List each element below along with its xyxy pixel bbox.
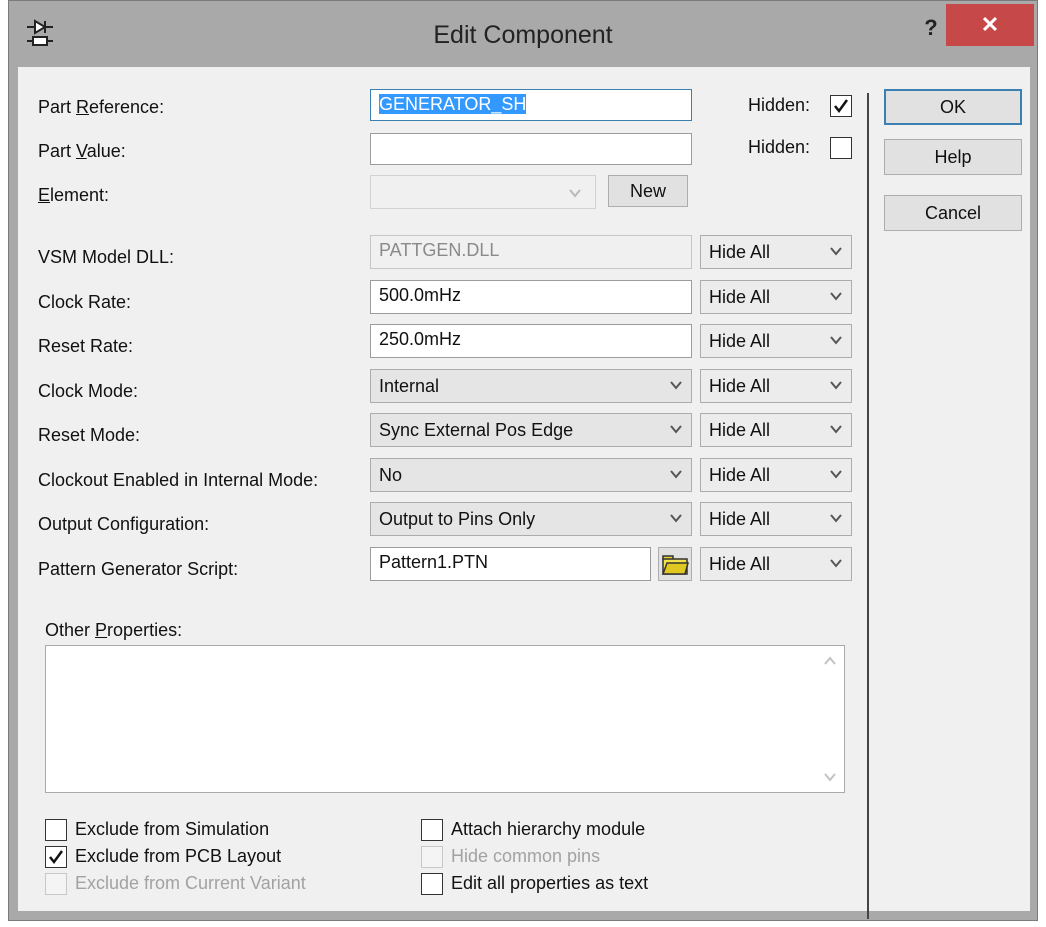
part-value-input[interactable] [370,133,692,165]
scroll-down-icon[interactable] [823,772,837,782]
chevron-down-icon [670,470,682,479]
property-label: Output Configuration: [38,514,210,534]
part-reference-hidden-checkbox[interactable] [830,95,852,117]
property-value-text: Sync External Pos Edge [379,420,574,440]
chevron-down-icon [569,189,581,198]
visibility-text: Hide All [709,242,771,262]
chevron-down-icon [830,292,842,301]
chevron-down-icon [830,514,842,523]
chevron-down-icon [830,425,842,434]
property-visibility-combo[interactable]: Hide All [700,502,852,536]
help-button[interactable]: Help [884,139,1022,175]
visibility-text: Hide All [709,509,771,529]
chevron-down-icon [830,470,842,479]
chevron-down-icon [830,247,842,256]
visibility-text: Hide All [709,554,771,574]
property-value-text: No [379,465,403,485]
dialog-body: Part Reference: GENERATOR_SH Hidden: Par… [18,67,1030,919]
property-label: Pattern Generator Script: [38,559,239,579]
property-visibility-combo[interactable]: Hide All [700,280,852,314]
folder-icon [661,555,689,575]
part-reference-label: Part Reference: [38,97,165,117]
option-label[interactable]: Exclude from PCB Layout [75,846,281,867]
chevron-down-icon [670,514,682,523]
part-reference-input[interactable]: GENERATOR_SH [370,89,692,121]
option-label[interactable]: Edit all properties as text [451,873,648,894]
part-value-hidden-checkbox[interactable] [830,137,852,159]
property-visibility-combo[interactable]: Hide All [700,324,852,358]
property-label: Reset Rate: [38,336,134,356]
ok-button[interactable]: OK [884,89,1022,125]
option-checkbox[interactable] [45,846,67,868]
help-question-button[interactable]: ? [914,13,948,43]
visibility-text: Hide All [709,376,771,396]
property-visibility-combo[interactable]: Hide All [700,235,852,269]
visibility-text: Hide All [709,465,771,485]
property-value-combo[interactable]: Output to Pins Only [370,502,692,536]
option-checkbox [45,873,67,895]
option-checkbox[interactable] [45,819,67,841]
other-properties-label: Other Properties: [45,620,183,640]
title-bar[interactable]: Edit Component ? ✕ [9,1,1037,67]
new-element-button[interactable]: New [608,175,688,207]
visibility-text: Hide All [709,331,771,351]
option-checkbox [421,846,443,868]
property-value-combo[interactable]: No [370,458,692,492]
other-properties-textarea[interactable] [45,645,845,793]
cancel-button[interactable]: Cancel [884,195,1022,231]
property-value-input[interactable]: 250.0mHz [370,324,692,358]
property-value-combo[interactable]: Internal [370,369,692,403]
option-label: Exclude from Current Variant [75,873,306,893]
property-label: Clockout Enabled in Internal Mode: [38,470,319,490]
scroll-up-icon[interactable] [823,656,837,666]
property-label: Clock Mode: [38,381,139,401]
option-label[interactable]: Attach hierarchy module [451,819,645,840]
property-value-input[interactable]: Pattern1.PTN [370,547,651,581]
part-reference-hidden-label: Hidden: [748,95,811,115]
close-button[interactable]: ✕ [946,4,1034,46]
property-label: Reset Mode: [38,425,141,445]
chevron-down-icon [830,336,842,345]
property-value-combo[interactable]: Sync External Pos Edge [370,413,692,447]
chevron-down-icon [670,425,682,434]
option-label[interactable]: Exclude from Simulation [75,819,269,840]
property-visibility-combo[interactable]: Hide All [700,369,852,403]
part-value-label: Part Value: [38,141,126,161]
edit-component-dialog: Edit Component ? ✕ Part Reference: GENER… [8,0,1038,921]
textarea-scrollbar[interactable] [816,646,844,792]
part-value-hidden-label: Hidden: [748,137,811,157]
option-label: Hide common pins [451,846,601,866]
check-icon [834,99,849,114]
property-value-text: Internal [379,376,440,396]
visibility-text: Hide All [709,287,771,307]
vertical-divider [867,93,869,919]
property-visibility-combo[interactable]: Hide All [700,547,852,581]
check-icon [49,850,64,865]
property-visibility-combo[interactable]: Hide All [700,413,852,447]
property-label: Clock Rate: [38,292,132,312]
element-combo[interactable] [370,175,596,209]
chevron-down-icon [670,381,682,390]
visibility-text: Hide All [709,420,771,440]
chevron-down-icon [830,381,842,390]
dialog-title: Edit Component [433,21,613,49]
property-value-text: Output to Pins Only [379,509,536,529]
property-value-input[interactable]: 500.0mHz [370,280,692,314]
element-label: Element: [38,185,110,205]
option-checkbox[interactable] [421,819,443,841]
browse-folder-button[interactable] [658,547,692,581]
property-visibility-combo[interactable]: Hide All [700,458,852,492]
chevron-down-icon [830,559,842,568]
property-value-readonly: PATTGEN.DLL [370,235,692,269]
option-checkbox[interactable] [421,873,443,895]
property-label: VSM Model DLL: [38,247,175,267]
